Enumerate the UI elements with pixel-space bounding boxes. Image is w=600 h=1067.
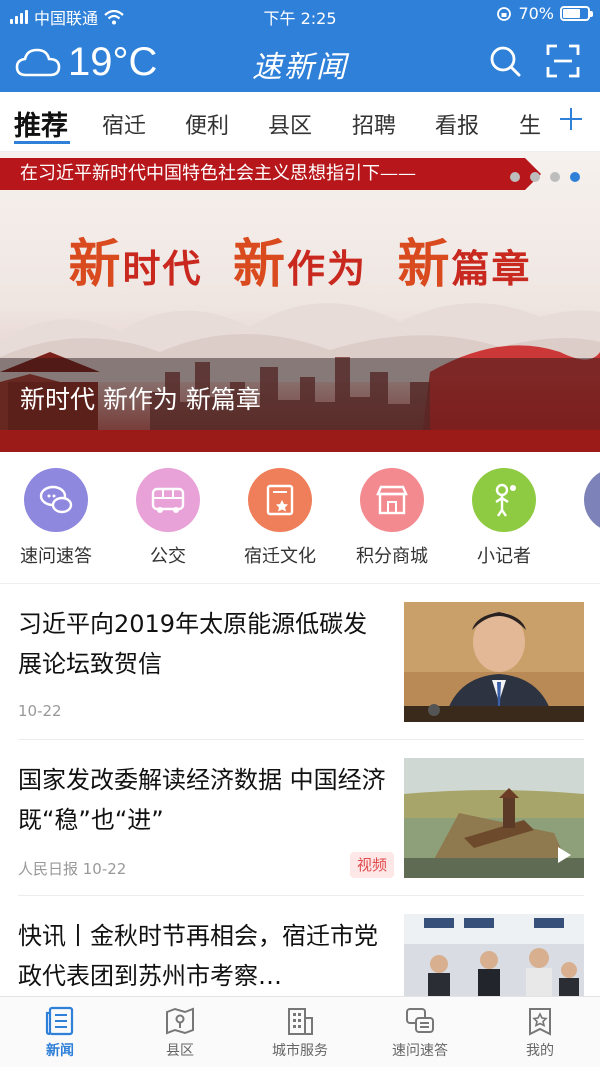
carousel-dot[interactable] [530,172,540,182]
nav-news[interactable]: 新闻 [0,1005,120,1060]
nav-label: 我的 [526,1043,554,1059]
video-thumbnail [404,758,584,878]
tab-county[interactable]: 县区 [268,108,312,140]
news-icon [45,1006,74,1036]
status-bar: 中国联通 下午 2:25 70% [0,0,600,30]
add-channel-icon[interactable] [556,104,586,134]
banner-caption: 新时代 新作为 新篇章 [20,385,261,414]
more-service-icon [584,468,600,532]
tab-convenience[interactable]: 便利 [185,108,229,140]
quick-services: 速问速答 公交 宿迁文化 积分商城 小记者 [0,452,600,584]
carousel-dot[interactable] [550,172,560,182]
bus-icon [136,468,200,532]
news-title: 快讯丨金秋时节再相会，宿迁市党政代表团到苏州市考察… [18,922,378,990]
chat-bubbles-icon [24,468,88,532]
nav-profile[interactable]: 我的 [480,1005,600,1060]
slogan-word-2: 作为 [287,246,368,291]
bottom-navigation: 新闻 县区 城市服务 速问速答 我的 [0,996,600,1067]
active-tab-indicator [14,141,70,144]
slogan-word-1: 时代 [122,246,203,291]
banner-ribbon: 在习近平新时代中国特色社会主义思想指引下—— [0,158,541,190]
slogan-char-3: 新 [397,234,452,295]
nav-label: 新闻 [46,1043,74,1059]
service-more-partial[interactable] [560,468,600,532]
slogan-char-2: 新 [232,234,287,295]
news-title: 习近平向2019年太原能源低碳发展论坛致贺信 [18,610,368,678]
nav-county[interactable]: 县区 [120,1005,240,1060]
news-meta: 人民日报 10-22 [18,860,127,878]
slogan-word-3: 篇章 [451,246,532,291]
battery-icon [560,6,593,21]
service-label: 宿迁文化 [244,546,316,567]
nav-label: 城市服务 [272,1043,328,1059]
banner-slogan: 新时代 新作为 新篇章 [0,222,600,297]
slogan-char-1: 新 [68,234,123,295]
nav-city-services[interactable]: 城市服务 [240,1005,360,1060]
service-label: 积分商城 [356,546,428,567]
news-thumbnail [404,602,584,722]
tab-newspaper[interactable]: 看报 [435,108,479,140]
service-label: 小记者 [477,546,531,567]
search-icon[interactable] [488,44,522,78]
battery-percent: 70% [518,4,554,23]
tab-jobs[interactable]: 招聘 [352,108,396,140]
service-young-reporter[interactable]: 小记者 [448,468,560,568]
reporter-icon [472,468,536,532]
service-qa[interactable]: 速问速答 [0,468,112,568]
channel-tabs: 推荐 宿迁 便利 县区 招聘 看报 生 [0,92,600,152]
banner-carousel[interactable]: 在习近平新时代中国特色社会主义思想指引下—— 新时代 新作为 新篇章 新时代 新… [0,152,600,452]
carousel-dot[interactable] [510,172,520,182]
carousel-dots [510,172,580,182]
book-star-icon [248,468,312,532]
news-item[interactable]: 国家发改委解读经济数据 中国经济既“稳”也“进” 人民日报 10-22 视频 [18,740,584,896]
top-bar: 中国联通 下午 2:25 70% 19°C 速新闻 [0,0,600,92]
tab-life[interactable]: 生 [519,108,541,140]
service-label: 速问速答 [20,546,92,567]
nav-label: 速问速答 [392,1043,448,1059]
orientation-lock-icon [497,6,512,21]
news-title: 国家发改委解读经济数据 中国经济既“稳”也“进” [18,766,386,834]
profile-icon [529,1008,551,1036]
tab-suqian[interactable]: 宿迁 [102,108,146,140]
play-icon[interactable] [550,842,576,868]
service-label: 公交 [150,546,186,567]
map-icon [166,1007,194,1035]
service-points-mall[interactable]: 积分商城 [336,468,448,568]
carousel-dot[interactable] [570,172,580,182]
news-item[interactable]: 习近平向2019年太原能源低碳发展论坛致贺信 10-22 [18,584,584,740]
building-icon [288,1008,313,1035]
shop-icon [360,468,424,532]
qa-icon [406,1008,434,1033]
news-meta: 10-22 [18,702,62,720]
service-culture[interactable]: 宿迁文化 [224,468,336,568]
nav-label: 县区 [166,1043,194,1059]
nav-qa[interactable]: 速问速答 [360,1005,480,1060]
tab-recommend[interactable]: 推荐 [14,104,68,143]
service-bus[interactable]: 公交 [112,468,224,568]
video-tag: 视频 [350,852,395,878]
scan-icon[interactable] [546,44,580,78]
